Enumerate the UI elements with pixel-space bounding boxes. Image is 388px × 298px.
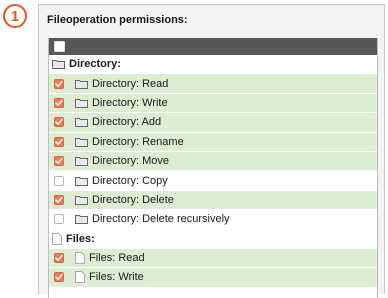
permission-label: Directory: Copy <box>92 174 168 187</box>
file-icon <box>75 271 85 284</box>
folder-icon <box>75 156 88 167</box>
step-number-badge: 1 <box>3 4 27 28</box>
checkbox-checked[interactable] <box>54 253 64 264</box>
file-icon <box>52 232 62 245</box>
checkbox-checked[interactable] <box>54 194 64 205</box>
folder-icon <box>75 195 88 205</box>
permission-row[interactable]: Files: Write <box>49 268 377 288</box>
permission-row[interactable]: Directory: Rename <box>49 132 377 152</box>
permissions-list: Directory: Directory: Read Directory: Writ… <box>48 38 378 298</box>
permission-label: Files: Read <box>89 252 145 265</box>
permission-label: Directory: Delete recursively <box>92 213 230 226</box>
folder-icon <box>75 137 88 147</box>
folder-icon <box>52 59 65 70</box>
group-label: Directory: <box>69 58 121 71</box>
checkbox-checked[interactable] <box>54 136 64 147</box>
checkbox-checked[interactable] <box>54 97 64 108</box>
select-all-checkbox[interactable] <box>54 41 65 52</box>
panel-title: Fileoperation permissions: <box>47 14 188 26</box>
permission-label: Directory: Read <box>92 77 169 90</box>
checkbox-unchecked[interactable] <box>54 214 64 225</box>
folder-icon <box>75 214 88 225</box>
permission-label: Files: Write <box>89 271 144 284</box>
checkbox-unchecked[interactable] <box>54 175 64 186</box>
group-label: Files: <box>66 232 95 245</box>
permission-row[interactable]: Directory: Delete <box>49 190 377 211</box>
folder-icon <box>75 79 88 89</box>
permission-row[interactable]: Directory: Add <box>49 113 377 133</box>
permission-row[interactable]: Directory: Copy <box>49 171 377 191</box>
permission-label: Directory: Delete <box>92 193 174 206</box>
checkbox-checked[interactable] <box>54 156 64 167</box>
group-header-row: Files: <box>49 229 377 249</box>
checkbox-checked[interactable] <box>54 78 64 89</box>
fileoperation-permissions-panel: Fileoperation permissions: Directory: Dir… <box>38 4 385 298</box>
checkbox-checked[interactable] <box>54 117 64 128</box>
permission-row[interactable]: Directory: Read <box>49 74 377 94</box>
folder-icon <box>75 117 88 128</box>
permission-row[interactable]: Directory: Move <box>49 151 377 172</box>
group-header-row: Directory: <box>49 55 377 75</box>
permission-row[interactable]: Files: Read <box>49 248 377 269</box>
permission-label: Directory: Add <box>92 116 162 129</box>
permission-label: Directory: Rename <box>92 135 184 148</box>
permission-row[interactable]: Directory: Write <box>49 93 377 114</box>
checkbox-checked[interactable] <box>54 272 64 283</box>
folder-icon <box>75 98 88 108</box>
file-icon <box>75 252 85 265</box>
folder-icon <box>75 176 88 186</box>
permission-label: Directory: Write <box>92 96 168 109</box>
list-header <box>49 38 377 55</box>
permission-row[interactable]: Directory: Delete recursively <box>49 210 377 230</box>
permission-label: Directory: Move <box>92 155 170 168</box>
